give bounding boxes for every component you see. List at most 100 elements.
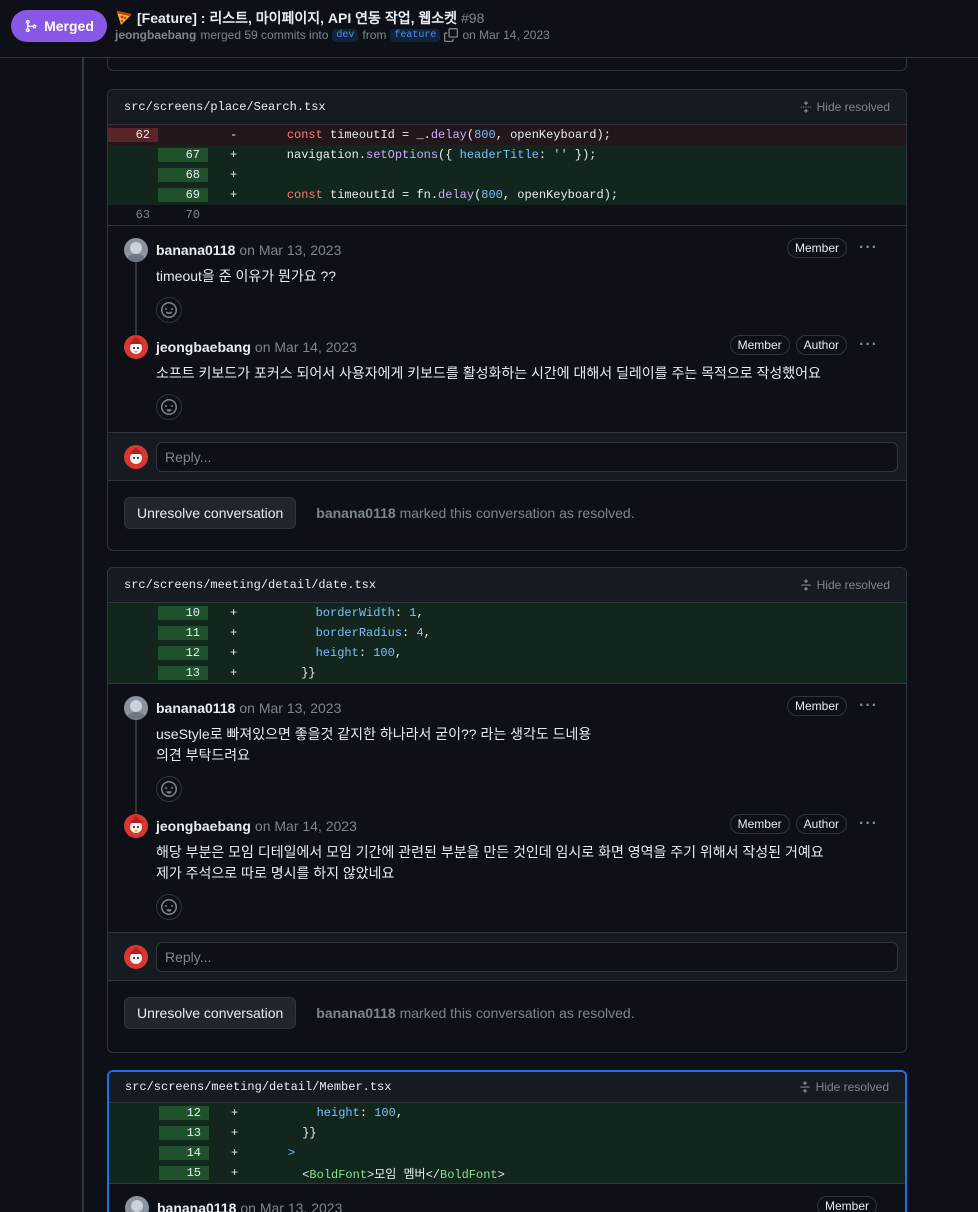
diff-sign: - [230, 128, 238, 142]
reply-input[interactable]: Reply... [156, 941, 898, 972]
member-badge: Member [729, 335, 790, 355]
code-line: height: 100, [316, 1106, 404, 1120]
new-line-number: 15 [159, 1166, 209, 1180]
diff-line-added: 13 + }} [108, 663, 906, 683]
kebab-menu-icon[interactable]: ··· [859, 697, 878, 715]
kebab-menu-icon[interactable]: ··· [859, 815, 878, 833]
file-path[interactable]: src/screens/place/Search.tsx [124, 100, 326, 114]
comment-timestamp[interactable]: on Mar 14, 2023 [255, 818, 357, 834]
current-user-avatar [124, 444, 148, 469]
hide-resolved-button[interactable]: Hide resolved [800, 100, 890, 114]
comment-author[interactable]: banana0118 [157, 1200, 236, 1212]
pizza-emoji-icon [116, 10, 132, 25]
hide-resolved-button[interactable]: Hide resolved [800, 578, 890, 592]
comment-timestamp[interactable]: on Mar 13, 2023 [239, 242, 341, 258]
comment-body: timeout을 준 이유가 뭔가요 ?? [156, 268, 337, 284]
hide-resolved-label: Hide resolved [816, 578, 890, 592]
review-comment: banana0118 on Mar 13, 2023 Member [125, 1196, 889, 1212]
code-line: const timeoutId = _.delay(800, openKeybo… [286, 128, 611, 142]
code-line: const timeoutId = fn.delay(800, openKeyb… [286, 188, 619, 202]
add-reaction-button[interactable] [156, 297, 182, 323]
reply-input[interactable]: Reply... [156, 441, 898, 472]
base-branch[interactable]: dev [332, 28, 359, 42]
diff-sign: + [230, 646, 238, 660]
diff-line-added: 69 + const timeoutId = fn.delay(800, ope… [108, 185, 906, 205]
new-line-number: 14 [159, 1146, 209, 1160]
pr-number: #98 [461, 10, 485, 26]
diff-hunk: 62 - const timeoutId = _.delay(800, open… [108, 125, 906, 226]
avatar[interactable] [124, 238, 148, 262]
diff-line-added: 12 + height: 100, [109, 1103, 905, 1123]
avatar[interactable] [124, 696, 148, 720]
comment-author[interactable]: jeongbaebang [156, 818, 251, 834]
file-header: src/screens/meeting/detail/date.tsx Hide… [108, 568, 906, 603]
merge-date: on Mar 14, 2023 [462, 28, 550, 42]
review-comment: banana0118 on Mar 13, 2023 Member ··· ti… [124, 238, 890, 323]
hide-resolved-button[interactable]: Hide resolved [799, 1080, 889, 1094]
comment-list: banana0118 on Mar 13, 2023 Member ··· ti… [108, 226, 906, 420]
unresolve-conversation-button[interactable]: Unresolve conversation [124, 996, 297, 1029]
code-line: height: 100, [315, 646, 403, 660]
diff-line-added: 14 + > [109, 1143, 905, 1163]
diff-sign: + [231, 1166, 239, 1180]
kebab-menu-icon[interactable]: ··· [859, 336, 878, 354]
unresolve-conversation-button[interactable]: Unresolve conversation [124, 496, 297, 529]
add-reaction-button[interactable] [156, 776, 182, 802]
diff-sign: + [230, 606, 238, 620]
smiley-icon [161, 302, 177, 318]
comment-body: 소프트 키보드가 포커스 되어서 사용자에게 키보드를 활성화하는 시간에 대해… [156, 365, 821, 381]
comment-timestamp[interactable]: on Mar 14, 2023 [255, 339, 357, 355]
file-path[interactable]: src/screens/meeting/detail/Member.tsx [125, 1080, 391, 1094]
comment-body: useStyle로 빠져있으면 좋을것 같지한 하나라서 굳이?? 라는 생각도… [156, 724, 890, 766]
comment-timestamp[interactable]: on Mar 13, 2023 [240, 1200, 342, 1212]
avatar[interactable] [125, 1196, 149, 1212]
copy-icon[interactable] [444, 28, 459, 42]
diff-sign: + [230, 666, 238, 680]
new-line-number: 13 [159, 1126, 209, 1140]
diff-line-added: 67 + navigation.setOptions({ headerTitle… [108, 145, 906, 165]
pr-sticky-header: Merged [Feature] : 리스트, 마이페이지, API 연동 작업… [0, 0, 978, 58]
hide-resolved-label: Hide resolved [816, 100, 890, 114]
resolve-row: Unresolve conversation banana0118 marked… [108, 980, 906, 1044]
new-line-number: 12 [159, 1106, 209, 1120]
comment-badges: Member Author ··· [729, 814, 878, 834]
file-path[interactable]: src/screens/meeting/detail/date.tsx [124, 578, 376, 592]
reply-row: Reply... [108, 432, 906, 480]
avatar[interactable] [124, 335, 148, 359]
resolver-link[interactable]: banana0118 [316, 505, 395, 521]
kebab-menu-icon[interactable]: ··· [859, 239, 878, 257]
review-thread: src/screens/place/Search.tsx Hide resolv… [107, 89, 907, 551]
avatar[interactable] [124, 814, 148, 838]
resolved-status: banana0118 marked this conversation as r… [316, 1004, 635, 1021]
new-line-number: 12 [158, 646, 208, 660]
comment-timestamp[interactable]: on Mar 13, 2023 [239, 700, 341, 716]
member-badge: Member [729, 814, 790, 834]
review-thread-focused: src/screens/meeting/detail/Member.tsx Hi… [107, 1070, 907, 1212]
timeline-line [82, 58, 84, 1212]
smiley-icon [161, 899, 177, 915]
pr-author-link[interactable]: jeongbaebang [115, 28, 196, 42]
diff-hunk: 12 + height: 100, 13 + }} 14 + > 15 + <B… [109, 1103, 905, 1184]
comment-author[interactable]: banana0118 [156, 242, 235, 258]
pr-title: [Feature] : 리스트, 마이페이지, API 연동 작업, 웹소켓 #… [115, 8, 484, 28]
diff-line-added: 11 + borderRadius: 4, [108, 623, 906, 643]
head-branch[interactable]: feature [390, 28, 441, 42]
comment-author[interactable]: jeongbaebang [156, 339, 251, 355]
diff-sign: + [231, 1126, 239, 1140]
pr-title-text: [Feature] : 리스트, 마이페이지, API 연동 작업, 웹소켓 [137, 10, 457, 26]
smiley-icon [161, 781, 177, 797]
resolver-link[interactable]: banana0118 [316, 1005, 395, 1021]
comment-body-line: useStyle로 빠져있으면 좋을것 같지한 하나라서 굳이?? 라는 생각도… [156, 726, 592, 742]
pr-meta: jeongbaebang merged 59 commits into dev … [115, 28, 550, 42]
file-header: src/screens/meeting/detail/Member.tsx Hi… [109, 1072, 905, 1103]
add-reaction-button[interactable] [156, 394, 182, 420]
comment-badges: Member ··· [787, 696, 878, 716]
diff-line-added: 10 + borderWidth: 1, [108, 603, 906, 623]
git-merge-icon [25, 19, 37, 33]
comment-author[interactable]: banana0118 [156, 700, 235, 716]
comment-body: 해당 부분은 모임 디테일에서 모임 기간에 관련된 부분을 만든 것인데 임시… [156, 842, 890, 884]
fold-icon [800, 579, 811, 591]
add-reaction-button[interactable] [156, 894, 182, 920]
diff-line-added: 68 + [108, 165, 906, 185]
reply-row: Reply... [108, 932, 906, 980]
